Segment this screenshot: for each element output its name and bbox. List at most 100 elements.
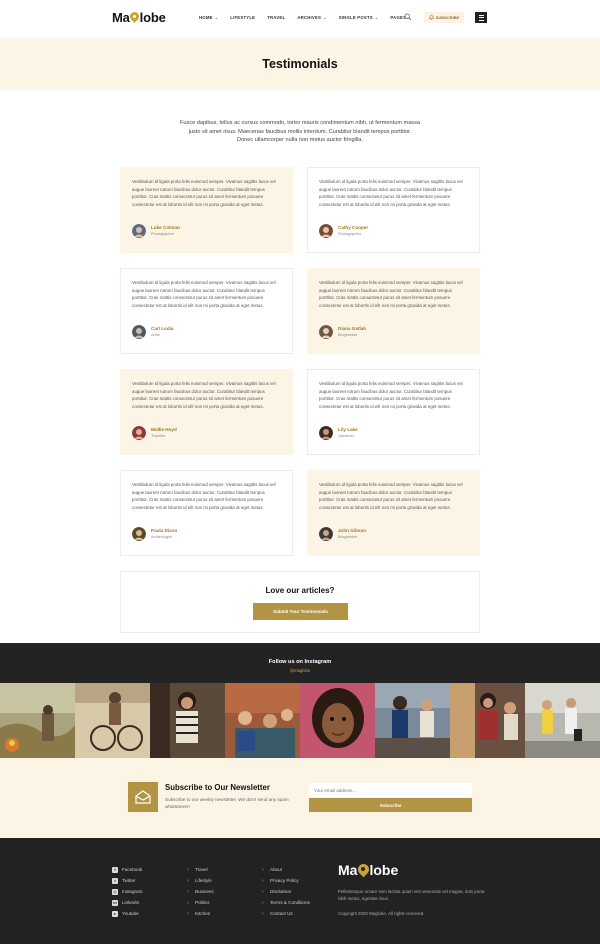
author-name[interactable]: Lily Lake — [338, 427, 358, 433]
footer-link[interactable]: › Terms & Conditions — [262, 897, 310, 908]
instagram-icon: ◎ — [112, 888, 118, 895]
chevron-down-icon: ⌄ — [374, 15, 379, 20]
nav-item-travel[interactable]: TRAVEL — [267, 15, 285, 20]
author-role: Archeologist — [151, 534, 172, 539]
footer-link[interactable]: › About — [262, 864, 310, 875]
testimonial-card: Vestibulum id ligula porta felis euismod… — [307, 369, 480, 455]
instagram-photo-2[interactable] — [75, 683, 150, 758]
chevron-right-icon: › — [262, 866, 264, 873]
instagram-handle[interactable]: @maglobe — [0, 668, 600, 673]
logo-text-left: Ma — [338, 862, 358, 878]
avatar — [319, 224, 333, 238]
author-role: Blogbanker — [338, 534, 358, 539]
chevron-right-icon: › — [262, 910, 264, 917]
page-title: Testimonials — [262, 57, 338, 71]
footer-copyright: Copyright 2020 Maglobe. All rights reser… — [338, 911, 425, 916]
newsletter-subscribe-button[interactable]: Subscribe — [309, 798, 472, 812]
footer-description: Pellentesque ornare sem lacinia quam ven… — [338, 889, 485, 902]
nav-label: HOME — [199, 15, 213, 20]
footer-link-linkedin[interactable]: in LinkedIn — [112, 897, 142, 908]
instagram-photo-5[interactable] — [300, 683, 375, 758]
footer-link[interactable]: › Travel — [187, 864, 214, 875]
footer-link[interactable]: › Privacy Policy — [262, 875, 310, 886]
footer-link[interactable]: › Business — [187, 886, 214, 897]
nav-label: LIFESTYLE — [230, 15, 256, 20]
footer-link[interactable]: › Lifestyle — [187, 875, 214, 886]
instagram-photo-7[interactable] — [450, 683, 525, 758]
newsletter-email-input[interactable] — [309, 783, 472, 797]
instagram-photo-8[interactable] — [525, 683, 600, 758]
newsletter-title: Subscribe to Our Newsletter — [165, 783, 270, 792]
avatar — [132, 224, 146, 238]
avatar — [319, 527, 333, 541]
footer-link[interactable]: › Kitchen — [187, 908, 214, 919]
bell-icon — [428, 15, 434, 20]
footer-info-links: › About › Privacy Policy › Disclaimer › Terms &… — [262, 864, 310, 919]
nav-label: TRAVEL — [267, 15, 286, 20]
footer-link-facebook[interactable]: f Facebook — [112, 864, 142, 875]
author-name[interactable]: Carl Lodia — [151, 326, 173, 332]
author-name[interactable]: Diana Gatlab — [338, 326, 366, 332]
instagram-feed — [0, 683, 600, 758]
testimonial-author: Diana Gatlab Blogbanker — [319, 325, 366, 339]
footer-link[interactable]: › Contact Us — [262, 908, 310, 919]
chevron-right-icon: › — [262, 899, 264, 906]
author-role: Artist — [151, 332, 160, 337]
search-icon[interactable] — [404, 13, 412, 21]
avatar — [319, 325, 333, 339]
nav-item-lifestyle[interactable]: LIFESTYLE — [230, 15, 255, 20]
footer-link-label: LinkedIn — [122, 900, 140, 905]
instagram-band: Follow us on Instagram @maglobe — [0, 643, 600, 683]
instagram-title: Follow us on Instagram — [268, 659, 332, 665]
instagram-photo-4[interactable] — [225, 683, 300, 758]
author-name[interactable]: Luke Colman — [151, 225, 180, 231]
footer-link-twitter[interactable]: t Twitter — [112, 875, 142, 886]
author-role: Photographer — [151, 231, 175, 236]
location-pin-icon — [358, 864, 369, 877]
facebook-icon: f — [112, 866, 118, 873]
logo-text-right: lobe — [139, 10, 166, 25]
instagram-photo-6[interactable] — [375, 683, 450, 758]
subscribe-label: SUBSCRIBE — [435, 15, 460, 20]
site-logo[interactable]: Ma lobe — [112, 10, 166, 25]
footer-link[interactable]: › Politics — [187, 897, 214, 908]
envelope-icon — [128, 782, 158, 812]
footer-link-label: Instagram — [122, 889, 143, 894]
author-role: Blogbanker — [338, 332, 358, 337]
footer-link-label: Disclaimer — [270, 889, 292, 894]
author-name[interactable]: Cathy Cooper — [338, 225, 368, 231]
footer-logo[interactable]: Ma lobe — [338, 862, 398, 878]
newsletter-section: Subscribe to Our Newsletter Subscribe to… — [0, 758, 600, 838]
instagram-photo-1[interactable] — [0, 683, 75, 758]
testimonial-author: Lily Lake Gardener — [319, 426, 358, 440]
instagram-photo-3[interactable] — [150, 683, 225, 758]
nav-label: ARCHIVES — [297, 15, 322, 20]
site-footer: f Facebook t Twitter ◎ Instagram in LinkedIn ▸ Yo… — [0, 838, 600, 944]
hamburger-menu-icon[interactable] — [475, 12, 487, 23]
testimonial-quote: Vestibulum id ligula porta felis euismod… — [319, 482, 463, 511]
nav-item-archives[interactable]: ARCHIVES ⌄ — [297, 15, 326, 20]
newsletter-description: Subscribe to our weekly newsletter. We d… — [165, 797, 289, 810]
nav-label: SINGLE POSTS — [338, 15, 373, 20]
author-name[interactable]: Mollie Hoyd — [151, 427, 177, 433]
main-nav: HOME ⌄ LIFESTYLE TRAVEL ARCHIVES ⌄ SINGLE … — [199, 15, 424, 20]
chevron-down-icon: ⌄ — [323, 15, 327, 20]
nav-item-home[interactable]: HOME ⌄ — [199, 15, 218, 20]
nav-item-single-posts[interactable]: SINGLE POSTS ⌄ — [339, 15, 379, 20]
testimonial-quote: Vestibulum id ligula porta felis euismod… — [319, 179, 463, 208]
avatar — [319, 426, 333, 440]
testimonial-author: John Gibson Blogbanker — [319, 527, 366, 541]
author-role: Photographer — [338, 231, 362, 236]
testimonial-card: Vestibulum id ligula porta felis euismod… — [120, 167, 293, 253]
footer-link[interactable]: › Disclaimer — [262, 886, 310, 897]
subscribe-button[interactable]: SUBSCRIBE — [424, 12, 464, 23]
love-articles-title: Love our articles? — [265, 586, 335, 595]
author-name[interactable]: John Gibson — [338, 528, 366, 534]
submit-testimonials-button[interactable]: Submit Your Testimonials — [253, 603, 348, 620]
testimonial-card: Vestibulum id ligula porta felis euismod… — [307, 167, 480, 253]
author-name[interactable]: Paula Dixon — [151, 528, 177, 534]
footer-link-instagram[interactable]: ◎ Instagram — [112, 886, 142, 897]
footer-link-youtube[interactable]: ▸ Youtube — [112, 908, 142, 919]
testimonial-quote: Vestibulum id ligula porta felis euismod… — [132, 280, 276, 309]
testimonial-author: Carl Lodia Artist — [132, 325, 173, 339]
